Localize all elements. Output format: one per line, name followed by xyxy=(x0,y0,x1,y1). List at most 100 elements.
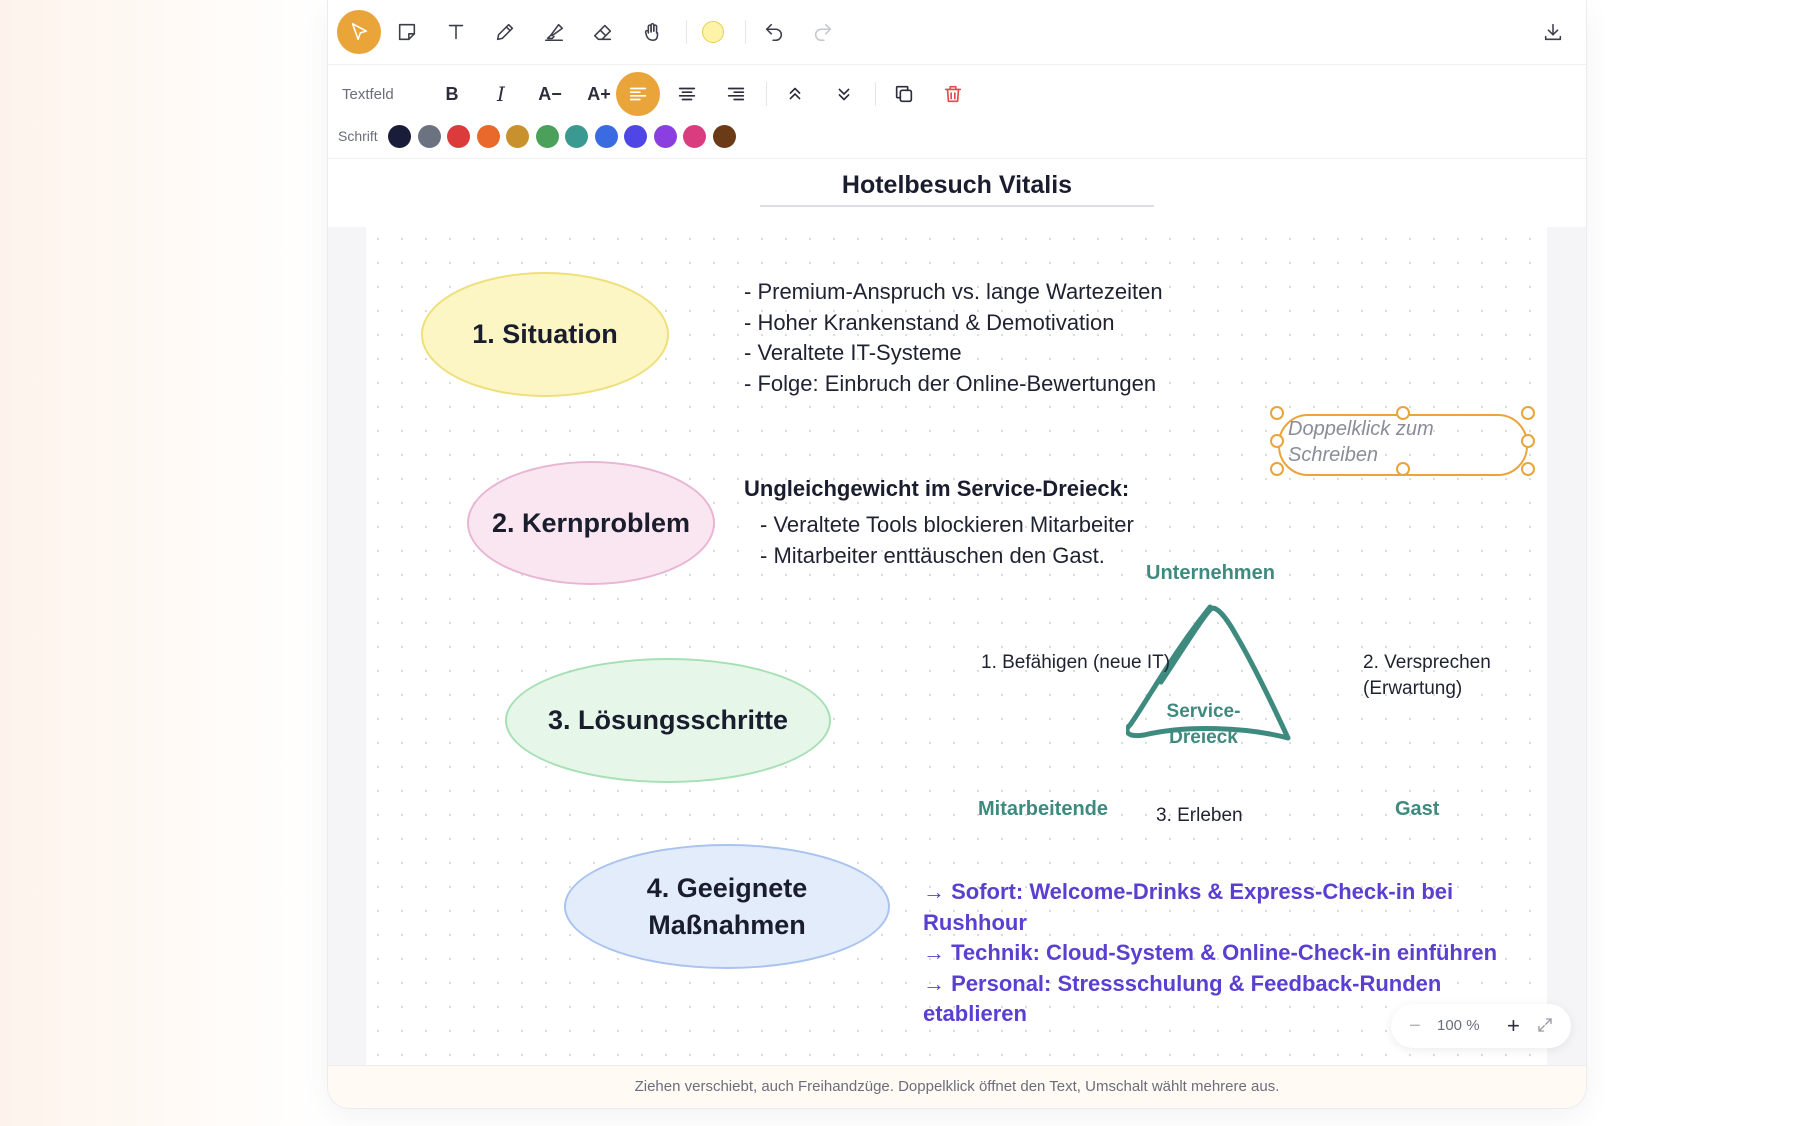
resize-handle[interactable] xyxy=(1270,462,1284,476)
font-color-swatch[interactable] xyxy=(506,125,529,148)
zoom-out-button[interactable]: − xyxy=(1409,1004,1421,1048)
text-t-icon xyxy=(448,24,464,40)
resize-handle[interactable] xyxy=(1396,462,1410,476)
text-format-toolbar: Textfeld B I A− A+ xyxy=(328,70,1586,118)
measure-line: → Technik: Cloud-System & Online-Check-i… xyxy=(923,940,1498,965)
triangle-center-label[interactable]: Service- Dreieck xyxy=(1146,699,1261,751)
copy-icon xyxy=(895,85,913,103)
ellipse-label: 3. Lösungsschritte xyxy=(547,705,789,736)
triangle-top-label[interactable]: Unternehmen xyxy=(1146,562,1275,585)
italic-icon: I xyxy=(497,82,505,106)
title-bar: Hotelbesuch Vitalis xyxy=(328,158,1586,228)
eraser-icon xyxy=(593,24,612,41)
download-button[interactable] xyxy=(1531,10,1575,54)
chevrons-up-icon xyxy=(789,87,801,100)
font-color-swatch[interactable] xyxy=(388,125,411,148)
text-toolbar-label: Textfeld xyxy=(342,86,394,103)
triangle-edge-left-label[interactable]: 1. Befähigen (neue IT) xyxy=(981,650,1170,676)
toolbar-divider xyxy=(766,82,767,106)
bold-icon: B xyxy=(445,83,459,104)
hand-tool-button[interactable] xyxy=(630,10,674,54)
measure-line: → Sofort: Welcome-Drinks & Express-Check… xyxy=(923,879,1454,935)
fill-color-swatch xyxy=(702,21,724,43)
italic-button[interactable]: I xyxy=(479,72,523,116)
decrease-font-size-button[interactable]: A− xyxy=(528,72,572,116)
resize-handle[interactable] xyxy=(1270,406,1284,420)
resize-handle[interactable] xyxy=(1270,434,1284,448)
bring-forward-button[interactable] xyxy=(773,72,817,116)
undo-button[interactable] xyxy=(752,10,796,54)
triangle-left-label[interactable]: Mitarbeitende xyxy=(978,798,1108,821)
triangle-center-line: Service- xyxy=(1166,701,1241,722)
ellipse-massnahmen[interactable]: 4. Geeignete Maßnahmen xyxy=(564,844,890,969)
sticky-note-tool-button[interactable] xyxy=(385,10,429,54)
font-color-swatch[interactable] xyxy=(712,125,736,148)
ellipse-label-line: Maßnahmen xyxy=(648,909,806,940)
cursor-arrow-icon xyxy=(351,22,368,41)
align-center-button[interactable] xyxy=(665,72,709,116)
send-backward-button[interactable] xyxy=(822,72,866,116)
delete-button[interactable] xyxy=(931,72,975,116)
undo-icon xyxy=(765,23,783,42)
triangle-edge-bottom-label[interactable]: 3. Erleben xyxy=(1156,803,1243,829)
zoom-in-button[interactable]: + xyxy=(1507,1004,1520,1048)
ellipse-kernproblem[interactable]: 2. Kernproblem xyxy=(467,461,715,585)
pen-icon xyxy=(496,23,514,41)
zoom-level: 100 % xyxy=(1437,1017,1480,1034)
duplicate-button[interactable] xyxy=(882,72,926,116)
font-color-swatch[interactable] xyxy=(565,125,588,148)
problem-text[interactable]: - Veraltete Tools blockieren Mitarbeiter… xyxy=(760,510,1134,571)
redo-button[interactable] xyxy=(801,10,845,54)
ellipse-label: 4. Geeignete Maßnahmen xyxy=(647,870,808,943)
ellipse-label-line: 4. Geeignete xyxy=(646,873,808,904)
font-color-swatch[interactable] xyxy=(417,125,441,148)
font-color-swatch[interactable] xyxy=(594,125,618,148)
toolbar-divider xyxy=(686,20,687,44)
whiteboard-canvas[interactable]: 1. Situation 2. Kernproblem 3. Lösungssc… xyxy=(366,227,1547,1065)
ellipse-label: 1. Situation xyxy=(472,319,618,350)
service-triangle-drawing[interactable] xyxy=(1126,597,1296,797)
font-color-swatch[interactable] xyxy=(653,125,677,148)
resize-handle[interactable] xyxy=(1396,406,1410,420)
resize-handle[interactable] xyxy=(1521,462,1535,476)
ellipse-label: 2. Kernproblem xyxy=(491,507,691,538)
triangle-edge-right-label[interactable]: 2. Versprechen (Erwartung) xyxy=(1363,650,1491,702)
fill-color-button[interactable] xyxy=(691,10,735,54)
situation-text[interactable]: - Premium-Anspruch vs. lange Wartezeiten… xyxy=(744,277,1163,399)
fullscreen-button[interactable] xyxy=(1536,1016,1554,1039)
font-color-swatch[interactable] xyxy=(683,125,706,148)
edge-right-line: 2. Versprechen xyxy=(1363,652,1491,673)
ellipse-loesungsschritte[interactable]: 3. Lösungsschritte xyxy=(505,658,831,783)
hand-icon xyxy=(644,23,659,42)
situation-line: - Veraltete IT-Systeme xyxy=(744,340,962,365)
ellipse-situation[interactable]: 1. Situation xyxy=(421,272,669,397)
font-color-swatch[interactable] xyxy=(624,125,647,148)
text-tool-button[interactable] xyxy=(434,10,478,54)
align-center-icon xyxy=(678,87,696,101)
font-color-label: Schrift xyxy=(338,128,378,144)
font-color-swatch[interactable] xyxy=(447,125,470,148)
whiteboard-app: Textfeld B I A− A+ Schrift Hotelbesuch V… xyxy=(327,0,1587,1109)
resize-handle[interactable] xyxy=(1521,406,1535,420)
font-color-row: Schrift xyxy=(328,122,1586,152)
resize-handle[interactable] xyxy=(1521,434,1535,448)
align-left-button[interactable] xyxy=(616,72,660,116)
eraser-tool-button[interactable] xyxy=(581,10,625,54)
font-color-swatch[interactable] xyxy=(476,125,500,148)
document-title-input[interactable]: Hotelbesuch Vitalis xyxy=(760,171,1154,207)
main-toolbar xyxy=(328,0,1586,65)
increase-font-size-button[interactable]: A+ xyxy=(577,72,621,116)
triangle-right-label[interactable]: Gast xyxy=(1395,798,1439,821)
download-icon xyxy=(1544,23,1562,41)
status-hint: Ziehen verschiebt, auch Freihandzüge. Do… xyxy=(634,1078,1280,1095)
pen-tool-button[interactable] xyxy=(483,10,527,54)
select-tool-button[interactable] xyxy=(337,10,381,54)
bold-button[interactable]: B xyxy=(430,72,474,116)
highlighter-tool-button[interactable] xyxy=(532,10,576,54)
problem-heading[interactable]: Ungleichgewicht im Service-Dreieck: xyxy=(744,476,1129,502)
align-right-button[interactable] xyxy=(714,72,758,116)
triangle-center-line: Dreieck xyxy=(1169,727,1238,748)
toolbar-divider xyxy=(875,82,876,106)
font-color-swatch[interactable] xyxy=(535,125,559,148)
problem-line: - Mitarbeiter enttäuschen den Gast. xyxy=(760,542,1105,568)
